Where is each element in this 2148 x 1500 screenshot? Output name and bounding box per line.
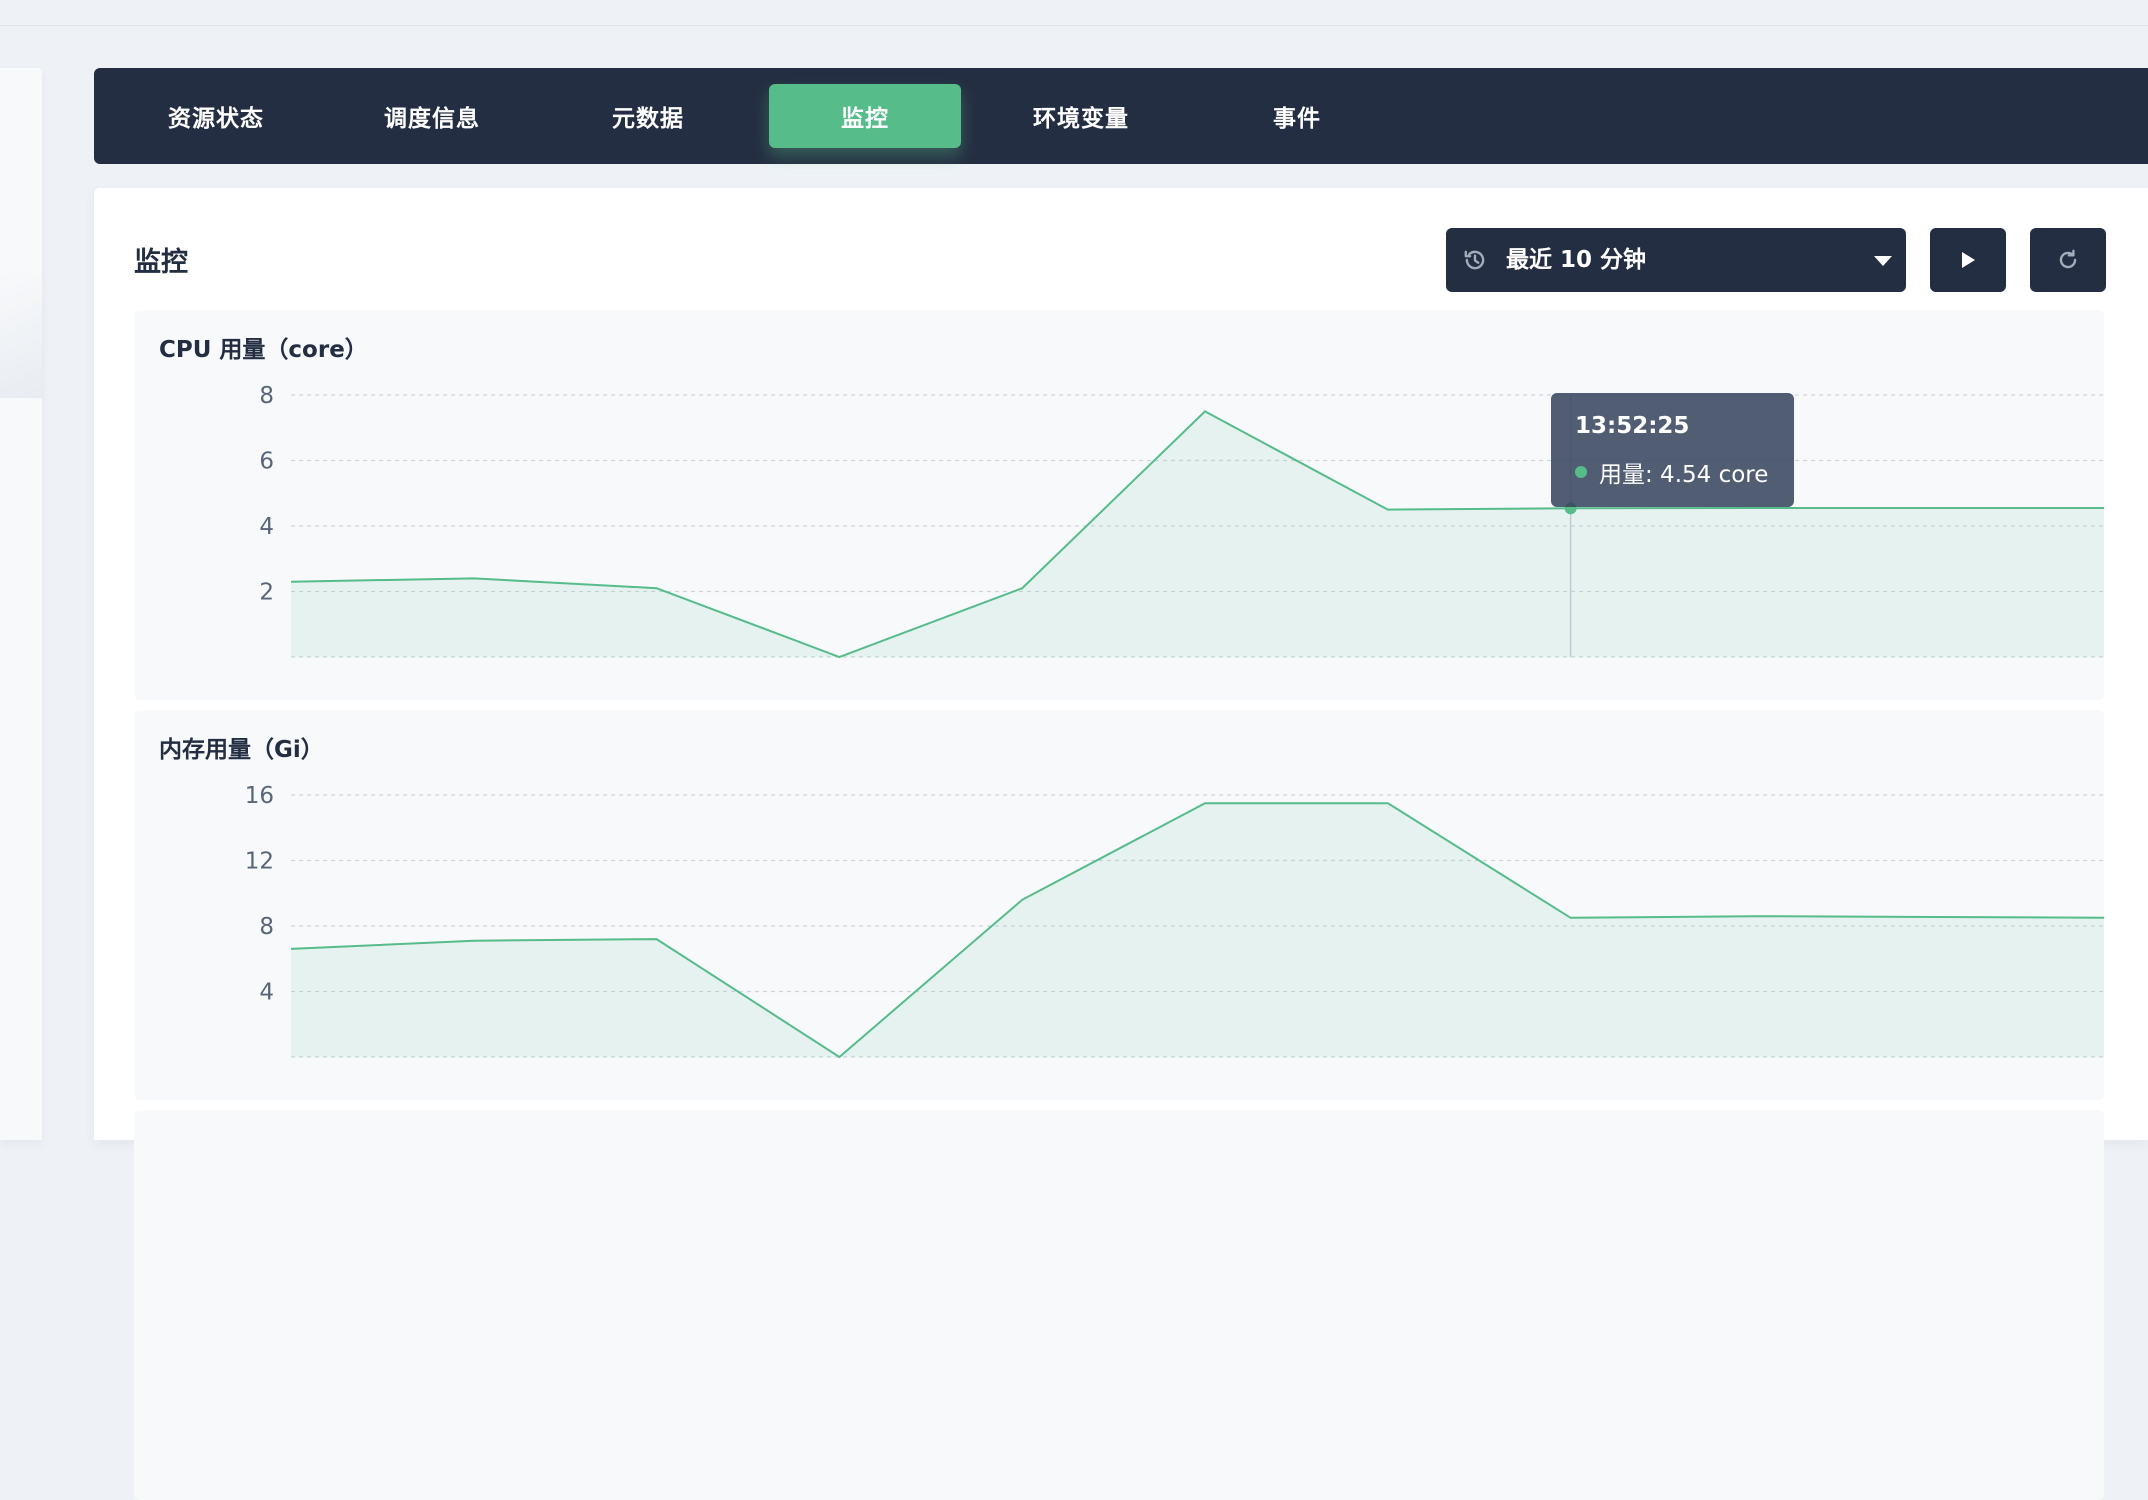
tab-scheduling-info[interactable]: 调度信息 <box>336 84 528 148</box>
tooltip-time: 13:52:25 <box>1575 413 1690 439</box>
y-tick-label: 16 <box>245 783 274 809</box>
section-title: 监控 <box>134 247 188 278</box>
y-tick-label: 12 <box>245 849 274 875</box>
tab-events[interactable]: 事件 <box>1201 84 1393 148</box>
y-tick-label: 2 <box>259 580 274 606</box>
time-range-select[interactable]: 最近 10 分钟 <box>1446 228 1906 292</box>
caret-down-icon <box>1874 256 1892 266</box>
top-bar <box>0 0 2148 26</box>
y-tick-label: 8 <box>259 383 274 409</box>
tab-metadata[interactable]: 元数据 <box>552 84 744 148</box>
play-button[interactable] <box>1930 228 2006 292</box>
tooltip-value: 用量: 4.54 core <box>1599 462 1769 488</box>
chart-tooltip: 13:52:25 用量: 4.54 core <box>1551 393 1794 507</box>
cpu-chart: 864213:45:2513:47:2513:49:2513:51:2513:5… <box>259 383 2104 659</box>
refresh-button[interactable] <box>2030 228 2106 292</box>
series-area <box>291 411 2104 657</box>
tab-resource-status[interactable]: 资源状态 <box>120 84 312 148</box>
y-tick-label: 8 <box>259 914 274 940</box>
y-tick-label: 6 <box>259 449 274 475</box>
history-icon <box>1464 250 1485 270</box>
monitoring-card: 监控 最近 10 分钟 CPU 用量（core） 864213:45:2513:… <box>94 188 2148 1500</box>
tabs-bar: 资源状态 调度信息 元数据 监控 环境变量 事件 <box>94 68 2148 164</box>
tab-environment-variables[interactable]: 环境变量 <box>985 84 1177 148</box>
side-panel-shade <box>0 273 42 398</box>
series-area <box>291 803 2104 1057</box>
refresh-icon <box>2059 249 2077 269</box>
side-panel <box>0 68 42 1140</box>
third-chart-panel <box>134 1110 2104 1500</box>
time-range-label: 最近 10 分钟 <box>1506 247 1647 273</box>
y-tick-label: 4 <box>259 514 274 540</box>
memory-chart: 16128413:45:2513:47:2513:49:2513:51:2513… <box>245 783 2104 1059</box>
y-tick-label: 4 <box>259 980 274 1006</box>
cpu-chart-panel: CPU 用量（core） 864213:45:2513:47:2513:49:2… <box>134 310 2104 700</box>
tab-monitoring[interactable]: 监控 <box>769 84 961 148</box>
tooltip-series-dot <box>1575 466 1587 478</box>
memory-chart-panel: 内存用量（Gi） 16128413:45:2513:47:2513:49:251… <box>134 710 2104 1100</box>
play-icon <box>1962 252 1975 268</box>
